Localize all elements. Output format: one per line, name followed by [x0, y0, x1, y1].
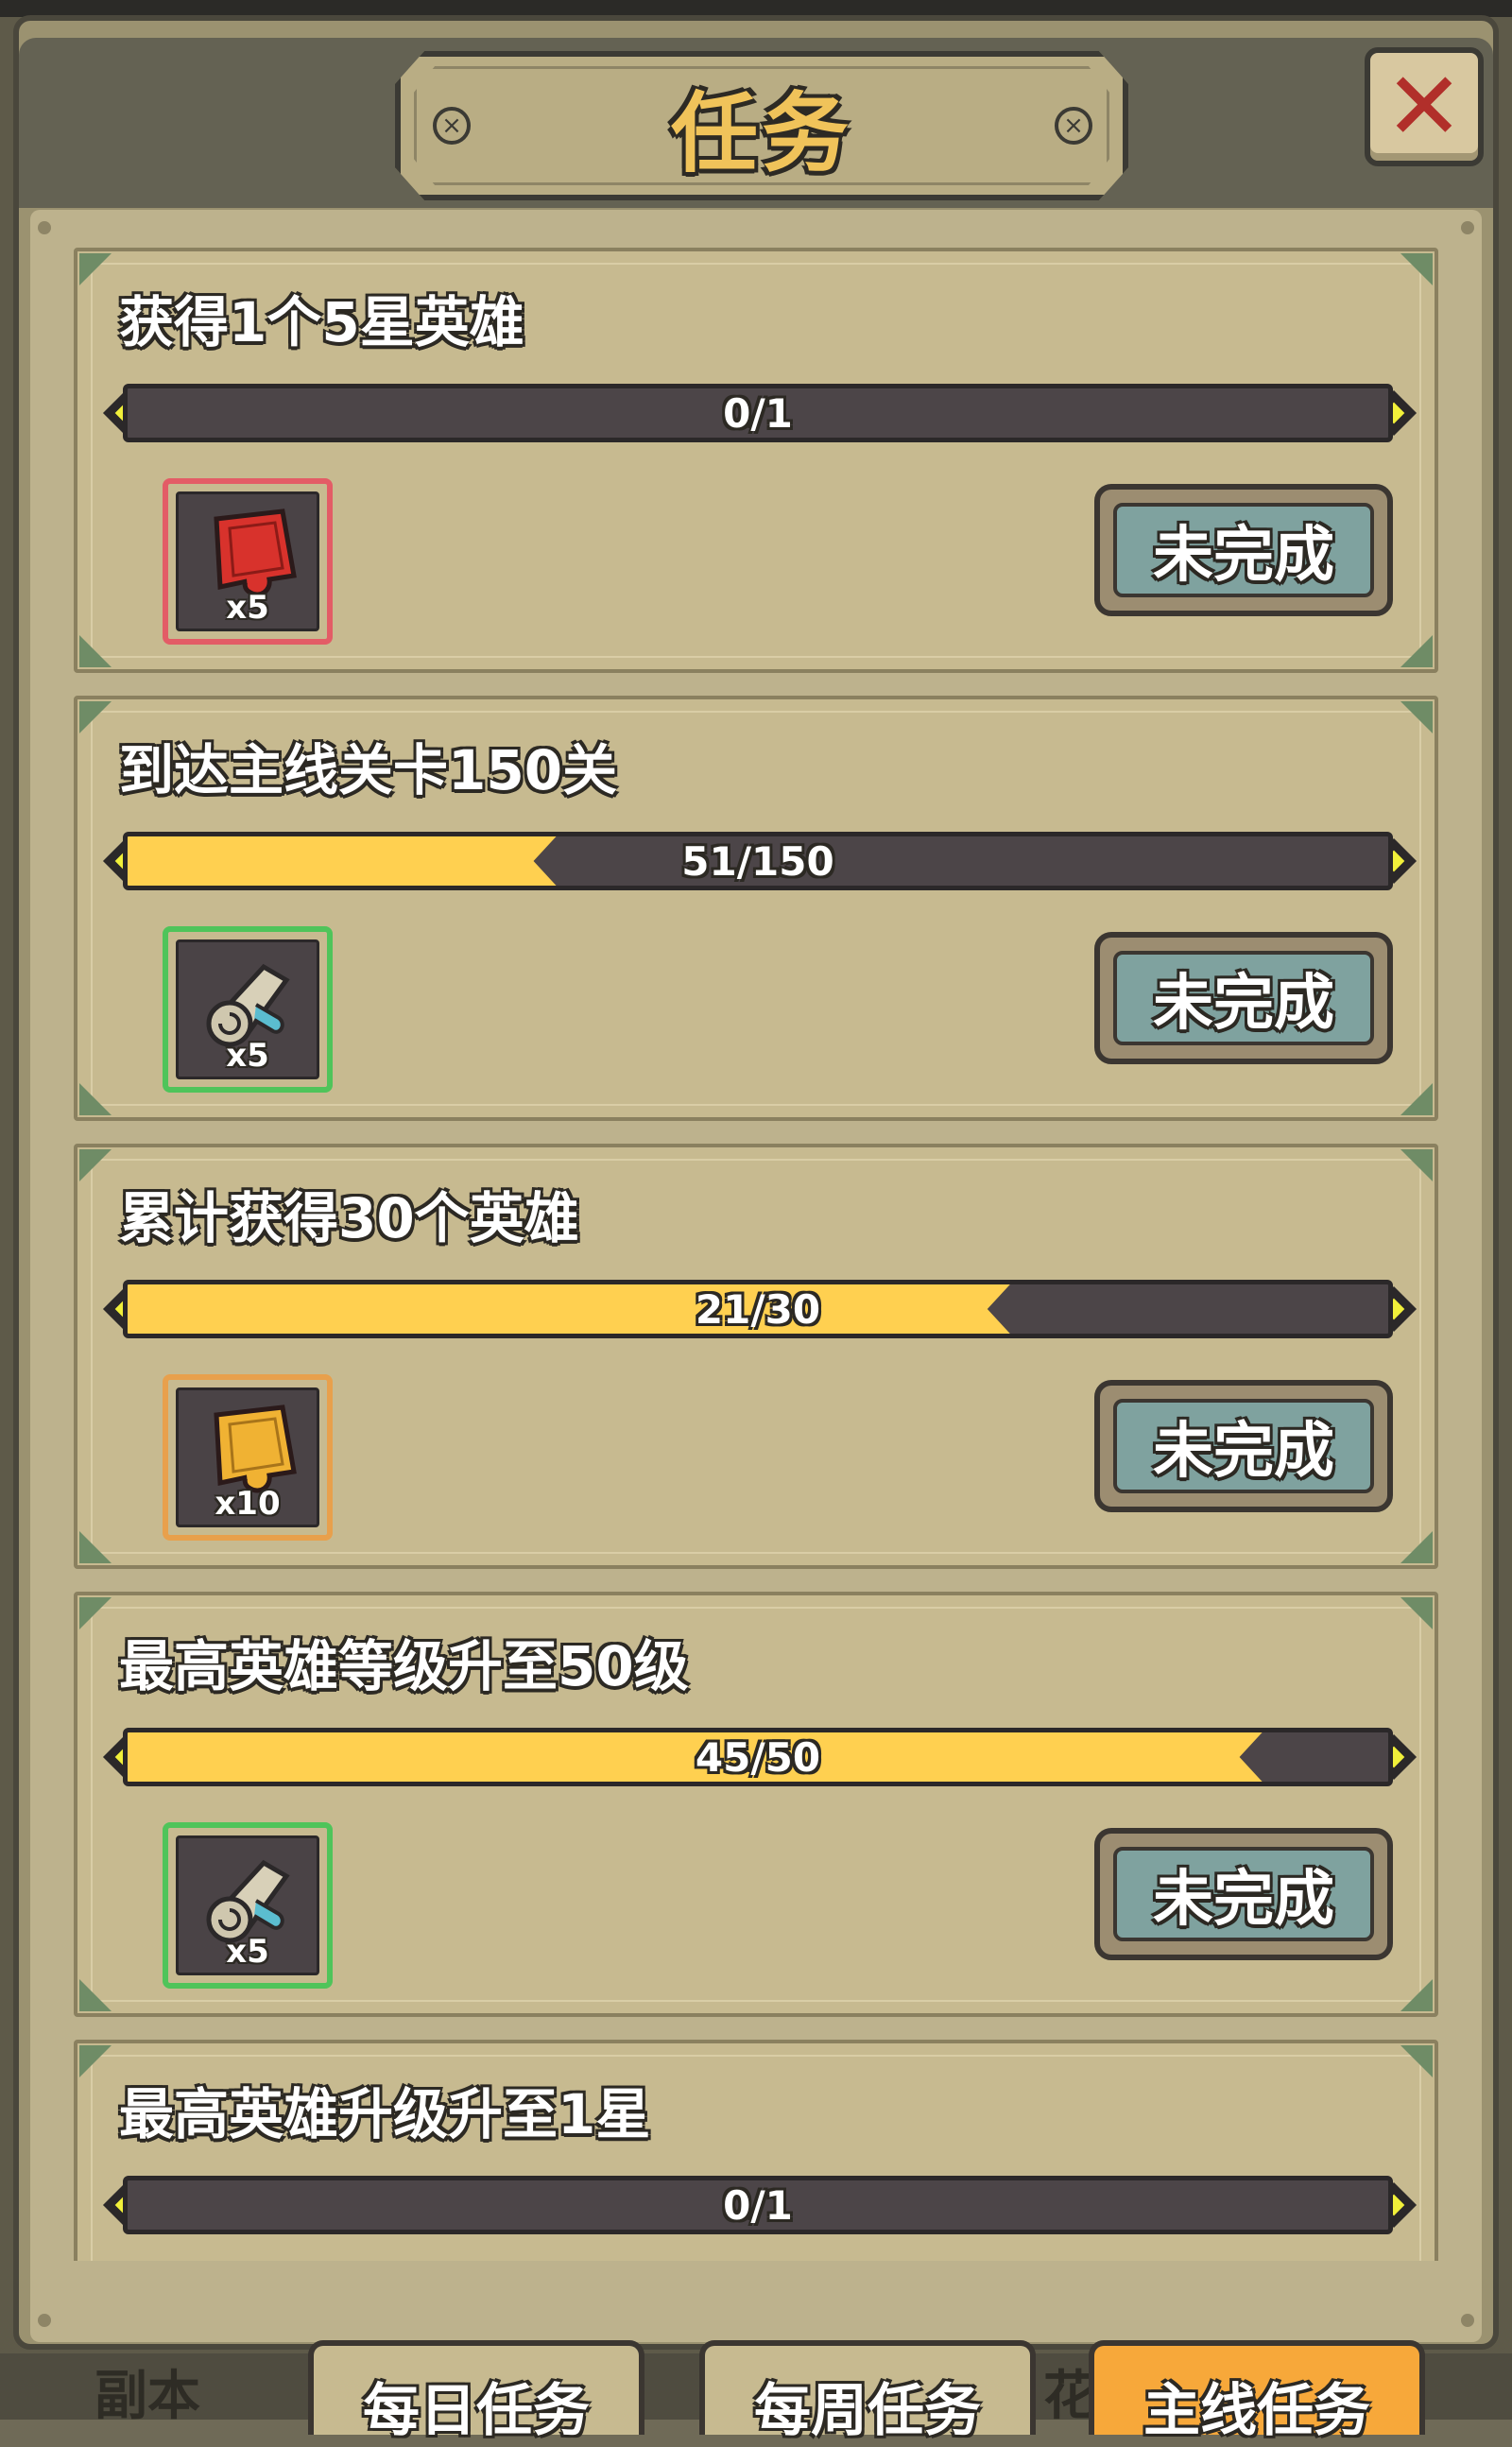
task-title: 累计获得30个英雄	[119, 1186, 579, 1250]
progress-bar: 0/1	[123, 2176, 1393, 2234]
bolt-icon: ×	[433, 107, 471, 145]
task-title: 最高英雄等级升至50级	[119, 1634, 689, 1698]
tab-main-quests[interactable]: 主线任务	[1089, 2340, 1425, 2444]
status-label: 未完成	[1113, 503, 1374, 597]
close-button[interactable]: ✕	[1365, 47, 1484, 166]
reward-slot[interactable]: x5	[163, 926, 333, 1093]
status-button[interactable]: 未完成	[1094, 484, 1393, 616]
bolt-icon: ×	[1055, 107, 1092, 145]
window-title: 任务	[670, 82, 852, 184]
reward-icon-frame: x5	[176, 939, 319, 1079]
panel-rivet	[1461, 2314, 1474, 2327]
task-card: 最高英雄升级升至1星 0/1	[74, 2040, 1438, 2261]
status-button[interactable]: 未完成	[1094, 932, 1393, 1064]
reward-slot[interactable]: x10	[163, 1374, 333, 1541]
tab-weekly-tasks[interactable]: 每周任务	[699, 2340, 1036, 2444]
task-card: 获得1个5星英雄 0/1 x5 未完成	[74, 248, 1438, 673]
progress-text: 0/1	[723, 2181, 793, 2229]
progress-bar: 51/150	[123, 832, 1393, 890]
progress-text: 51/150	[681, 837, 834, 885]
panel-rivet	[38, 221, 51, 234]
reward-count: x10	[215, 1485, 281, 1523]
status-label: 未完成	[1113, 951, 1374, 1045]
reward-icon-frame: x5	[176, 491, 319, 631]
task-title: 最高英雄升级升至1星	[119, 2082, 651, 2146]
panel-rivet	[38, 2314, 51, 2327]
panel-rivet	[1461, 221, 1474, 234]
task-card: 累计获得30个英雄 21/30 x10 未完成	[74, 1144, 1438, 1569]
progress-bar: 45/50	[123, 1728, 1393, 1786]
progress-text: 45/50	[695, 1733, 821, 1781]
progress-text: 21/30	[695, 1285, 821, 1333]
status-button[interactable]: 未完成	[1094, 1380, 1393, 1512]
reward-count: x5	[226, 589, 269, 627]
reward-count: x5	[226, 1933, 269, 1971]
status-label: 未完成	[1113, 1847, 1374, 1941]
task-card: 最高英雄等级升至50级 45/50 x5 未完成	[74, 1592, 1438, 2017]
status-button[interactable]: 未完成	[1094, 1828, 1393, 1960]
task-card: 到达主线关卡150关 51/150 x5 未完成	[74, 696, 1438, 1121]
tab-daily-tasks[interactable]: 每日任务	[308, 2340, 644, 2444]
reward-count: x5	[226, 1037, 269, 1075]
progress-text: 0/1	[723, 389, 793, 437]
task-list[interactable]: 获得1个5星英雄 0/1 x5 未完成 到达主线关卡150关 51/150 x5…	[74, 248, 1438, 2261]
reward-icon-frame: x5	[176, 1835, 319, 1975]
status-label: 未完成	[1113, 1399, 1374, 1493]
tab-dungeon-partial[interactable]: 副本	[94, 2353, 200, 2430]
task-title: 获得1个5星英雄	[119, 290, 524, 354]
reward-icon-frame: x10	[176, 1387, 319, 1527]
progress-bar: 0/1	[123, 384, 1393, 442]
reward-slot[interactable]: x5	[163, 478, 333, 645]
progress-bar: 21/30	[123, 1280, 1393, 1338]
reward-slot[interactable]: x5	[163, 1822, 333, 1989]
task-title: 到达主线关卡150关	[119, 738, 618, 802]
